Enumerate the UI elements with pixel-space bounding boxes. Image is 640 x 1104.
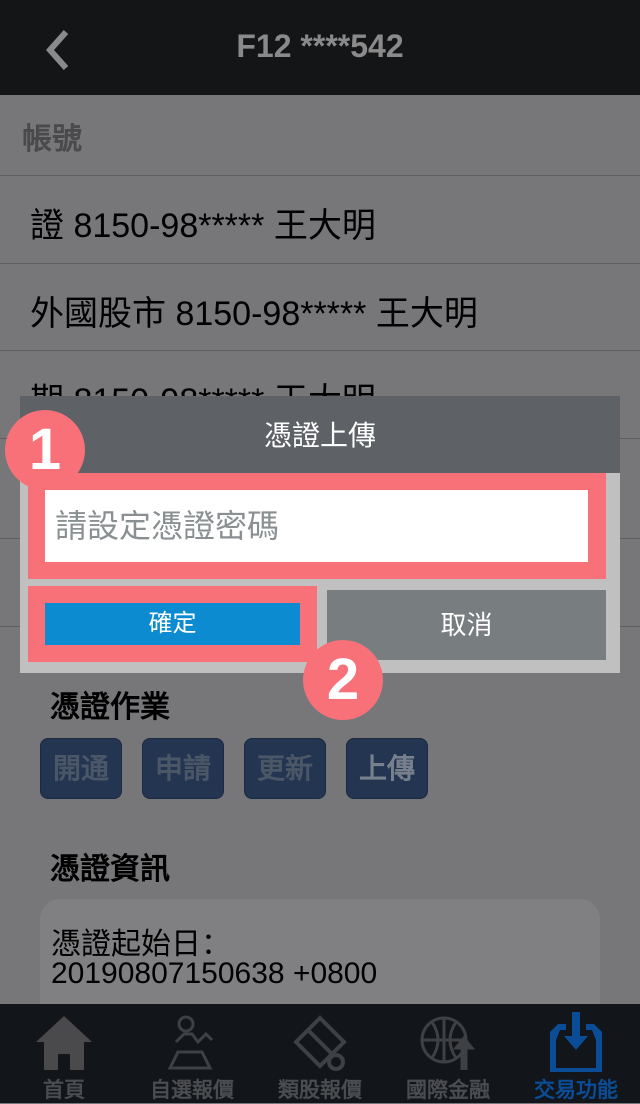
cert-info-heading: 憑證資訊: [50, 852, 170, 887]
tab-label: 國際金融: [406, 1078, 490, 1102]
tab-international[interactable]: 國際金融: [384, 1004, 512, 1103]
cert-ops-heading: 憑證作業: [50, 690, 170, 725]
account-label: 證 8150-98***** 王大明: [30, 207, 376, 245]
step-badge-1: 1: [5, 410, 85, 490]
tab-trading[interactable]: 交易功能: [512, 1004, 640, 1103]
page-title: F12 ****542: [236, 28, 404, 64]
film-coin-icon: [293, 1015, 347, 1071]
dialog-title: 憑證上傳: [20, 396, 620, 473]
accounts-heading: 帳號: [22, 122, 82, 157]
tab-sector-quotes[interactable]: 類股報價: [256, 1004, 384, 1103]
apply-button[interactable]: 申請: [142, 738, 224, 799]
tab-label: 自選報價: [150, 1078, 234, 1102]
account-row[interactable]: 證 8150-98***** 王大明: [0, 175, 640, 263]
tab-label: 類股報價: [278, 1078, 362, 1102]
tab-home[interactable]: 首頁: [0, 1004, 128, 1103]
activate-button[interactable]: 開通: [40, 738, 122, 799]
confirm-button[interactable]: 確定: [45, 603, 300, 645]
cert-start-value: 20190807150638 +0800: [51, 957, 378, 990]
globe-arrow-icon: [420, 1016, 476, 1070]
renew-button[interactable]: 更新: [244, 738, 326, 799]
inbox-download-icon: [550, 1012, 602, 1072]
person-chart-icon: [167, 1015, 214, 1070]
tab-watchlist[interactable]: 自選報價: [128, 1004, 256, 1103]
account-label: 外國股市 8150-98***** 王大明: [30, 295, 478, 333]
tab-bar: 首頁 自選報價 類股報價 國際金融 交易功能: [0, 1004, 640, 1103]
tab-label: 交易功能: [534, 1078, 618, 1102]
home-icon: [36, 1016, 92, 1070]
step-badge-2: 2: [303, 640, 383, 720]
cert-password-input[interactable]: [45, 490, 588, 562]
tab-label: 首頁: [43, 1078, 85, 1102]
account-row[interactable]: 外國股市 8150-98***** 王大明: [0, 263, 640, 351]
upload-button[interactable]: 上傳: [346, 738, 428, 799]
